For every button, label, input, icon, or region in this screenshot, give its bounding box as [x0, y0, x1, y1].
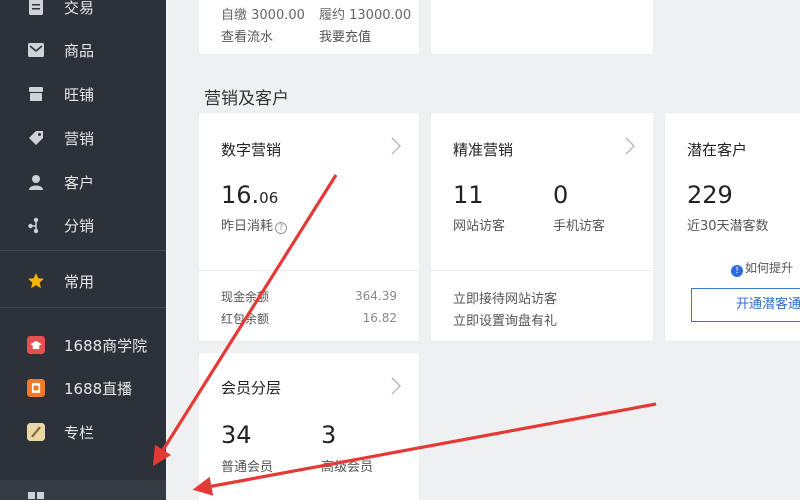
share-icon [26, 215, 46, 235]
help-icon[interactable]: ? [275, 222, 288, 234]
yesterday-spend-label: 昨日消耗? [221, 215, 288, 234]
cash-balance-label: 现金余额 [221, 290, 270, 304]
top-card-right [431, 0, 653, 54]
open-potential-button[interactable]: 开通潜客通 [691, 288, 800, 322]
senior-member-count: 3 [321, 421, 337, 449]
receive-visitors-link[interactable]: 立即接待网站访客 [453, 288, 557, 307]
main-content: 自缴 3000.00 履约 13000.00 查看流水 我要充值 营销及客户 数… [166, 0, 800, 500]
sidebar-divider [0, 250, 166, 251]
grid-icon [26, 490, 46, 500]
card-title: 潜在客户 [687, 141, 748, 159]
sidebar-item-distribution[interactable]: 分销 [0, 205, 166, 245]
sidebar-item-label: 商品 [64, 41, 95, 60]
normal-member-count: 34 [221, 421, 252, 449]
sidebar-item-label: 营销 [64, 129, 95, 148]
sidebar-item-trade[interactable]: 交易 [0, 0, 166, 27]
redpacket-balance-value: 16.82 [362, 311, 397, 325]
sidebar: 交易 商品 旺铺 营销 客户 分销 常用 1688商学院 1688直播 专栏 [0, 0, 166, 500]
star-icon [26, 271, 46, 291]
precise-marketing-card[interactable]: 精准营销 11 网站访客 0 手机访客 立即接待网站访客 立即设置询盘有礼 [431, 113, 653, 341]
sidebar-item-label: 旺铺 [64, 85, 95, 104]
sidebar-item-goods[interactable]: 商品 [0, 30, 166, 70]
sidebar-item-label: 分销 [64, 216, 95, 235]
user-icon [26, 172, 46, 192]
section-title: 营销及客户 [204, 89, 289, 109]
performance-amount: 履约 13000.00 [319, 8, 412, 23]
web-visitor-label: 网站访客 [453, 219, 506, 234]
envelope-icon [26, 40, 46, 60]
card-title: 精准营销 [453, 141, 514, 159]
normal-member-label: 普通会员 [221, 460, 274, 475]
sidebar-item-shop[interactable]: 旺铺 [0, 74, 166, 114]
sidebar-item-label: 专栏 [64, 423, 95, 442]
deposit-amount: 自缴 3000.00 [221, 8, 305, 23]
document-icon [26, 0, 46, 17]
deposit-card: 自缴 3000.00 履约 13000.00 查看流水 我要充值 [199, 0, 419, 54]
chevron-right-icon[interactable] [625, 137, 635, 155]
store-icon [26, 84, 46, 104]
card-title: 会员分层 [221, 379, 282, 397]
yesterday-spend-value: 16.06 [221, 181, 279, 209]
card-divider [431, 270, 653, 271]
sidebar-item-partial[interactable] [0, 480, 166, 500]
info-icon: ! [731, 265, 743, 277]
sidebar-item-label: 1688直播 [64, 379, 133, 398]
tag-icon [26, 128, 46, 148]
sidebar-item-label: 客户 [64, 173, 95, 192]
sidebar-item-live[interactable]: 1688直播 [0, 368, 166, 408]
potential-customer-card[interactable]: 潜在客户 229 近30天潜客数 ! 如何提升 开通潜客通 [665, 113, 800, 341]
inquiry-gift-link[interactable]: 立即设置询盘有礼 [453, 310, 557, 329]
chevron-right-icon[interactable] [391, 377, 401, 395]
sidebar-item-column[interactable]: 专栏 [0, 412, 166, 452]
card-divider [199, 270, 419, 271]
sidebar-divider [0, 307, 166, 308]
potential-count: 229 [687, 181, 733, 209]
digital-marketing-card[interactable]: 数字营销 16.06 昨日消耗? 现金余额 364.39 红包余额 16.82 [199, 113, 419, 341]
sidebar-item-label: 常用 [64, 272, 95, 291]
redpacket-balance-label: 红包余额 [221, 312, 270, 326]
chevron-right-icon[interactable] [391, 137, 401, 155]
card-title: 数字营销 [221, 141, 282, 159]
sidebar-item-label: 1688商学院 [64, 336, 148, 355]
sidebar-item-label: 交易 [64, 0, 95, 17]
how-to-improve-link[interactable]: ! 如何提升 [731, 259, 793, 277]
mobile-visitor-count: 0 [553, 181, 569, 209]
web-visitor-count: 11 [453, 181, 484, 209]
view-flow-link[interactable]: 查看流水 [221, 26, 273, 45]
sidebar-item-customer[interactable]: 客户 [0, 162, 166, 202]
sidebar-item-academy[interactable]: 1688商学院 [0, 325, 166, 365]
cash-balance-value: 364.39 [355, 289, 397, 303]
mobile-visitor-label: 手机访客 [553, 219, 606, 234]
senior-member-label: 高级会员 [321, 460, 374, 475]
academy-icon [26, 335, 46, 355]
potential-label: 近30天潜客数 [687, 219, 769, 234]
sidebar-item-marketing[interactable]: 营销 [0, 118, 166, 158]
member-tier-card[interactable]: 会员分层 34 普通会员 3 高级会员 [199, 353, 419, 500]
live-icon [26, 378, 46, 398]
column-icon [26, 422, 46, 442]
sidebar-item-frequent[interactable]: 常用 [0, 261, 166, 301]
recharge-link[interactable]: 我要充值 [319, 26, 371, 45]
